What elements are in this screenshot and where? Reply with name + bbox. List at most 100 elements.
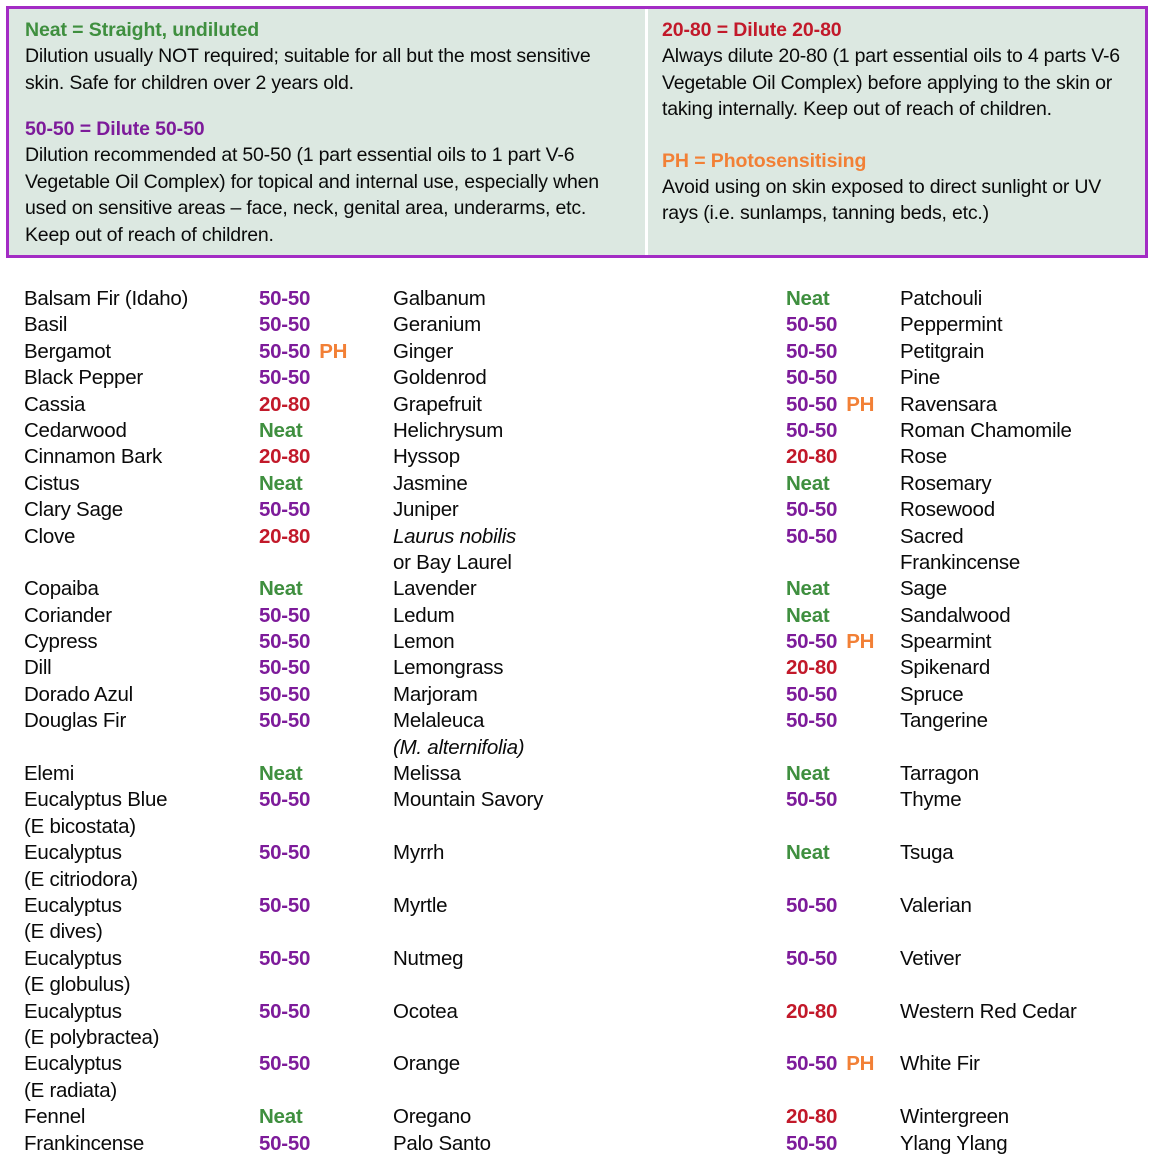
- dilution-code: Neat: [786, 287, 830, 310]
- dilution-code: 50-50: [259, 682, 311, 706]
- oil-dilution-value: 50-50 PH: [259, 339, 393, 365]
- oil-name: Eucalyptus: [24, 893, 122, 917]
- oil-name: Ginger: [393, 339, 454, 363]
- oil-name: Pine: [900, 366, 941, 390]
- oil-name: Ylang Ylang: [900, 1131, 1008, 1155]
- oil-name: Clary Sage: [24, 498, 123, 522]
- dilution-code: 50-50: [259, 630, 311, 654]
- dilution-code: 50-50: [259, 339, 311, 363]
- oil-name: Tsuga: [900, 841, 954, 865]
- oil-name: Lemongrass: [393, 656, 504, 680]
- dilution-code: 50-50: [259, 788, 311, 812]
- oil-name: Frankincense: [24, 1131, 145, 1155]
- oil-name: (E citriodora): [24, 867, 138, 891]
- oil-name: Balsam Fir (Idaho): [24, 287, 189, 310]
- legend-entry-50-50: 50-50 = Dilute 50-50 Dilution recommende…: [25, 117, 631, 248]
- oil-name: Orange: [393, 1052, 460, 1076]
- oil-dilution-value: [786, 550, 900, 576]
- oil-name: White Fir: [900, 1052, 980, 1076]
- oil-name: Sandalwood: [900, 603, 1011, 627]
- oil-dilution-value: 50-50: [786, 682, 900, 708]
- legend-description-50-50: Dilution recommended at 50-50 (1 part es…: [25, 144, 599, 246]
- oil-name: Hyssop: [393, 445, 460, 469]
- oil-name: (E globulus): [24, 973, 131, 997]
- oil-dilution-value: 50-50: [259, 999, 393, 1025]
- oil-name: Mountain Savory: [393, 788, 544, 812]
- oil-name: Peppermint: [900, 313, 1003, 337]
- oil-name: Eucalyptus Blue: [24, 788, 168, 812]
- dilution-code: 50-50: [259, 366, 311, 390]
- oil-name: Lemon: [393, 630, 455, 654]
- oil-name: Roman Chamomile: [900, 418, 1072, 442]
- oil-dilution-value: 50-50: [786, 787, 900, 813]
- oil-dilution-value: 50-50: [259, 365, 393, 391]
- oil-name: Eucalyptus: [24, 999, 122, 1023]
- oil-name: Jasmine: [393, 471, 468, 495]
- oil-name: Coriander: [24, 603, 112, 627]
- oil-dilution-value: [259, 1078, 393, 1104]
- oil-dilution-value: 50-50: [259, 629, 393, 655]
- oil-dilution-value: 50-50: [259, 603, 393, 629]
- oil-dilution-value: 50-50: [259, 840, 393, 866]
- oil-dilution-value: Neat: [786, 471, 900, 497]
- oil-name: Geranium: [393, 313, 482, 337]
- oil-dilution-value: Neat: [259, 761, 393, 787]
- oil-name: Eucalyptus: [24, 1052, 122, 1076]
- oil-name: (E polybractea): [24, 1025, 160, 1049]
- dilution-code: 50-50: [786, 524, 838, 548]
- dilution-legend-box: Neat = Straight, undiluted Dilution usua…: [6, 6, 1148, 258]
- dilution-code: 50-50: [259, 656, 311, 680]
- dilution-code: 50-50: [786, 366, 838, 390]
- oil-name: Copaiba: [24, 577, 99, 601]
- oil-name: Myrrh: [393, 841, 445, 865]
- dilution-code: 50-50: [786, 313, 838, 337]
- oil-name: Ravensara: [900, 392, 997, 416]
- oil-dilution-value: 50-50: [259, 682, 393, 708]
- oil-name: Dorado Azul: [24, 682, 133, 706]
- oil-dilution-value: 50-50: [786, 312, 900, 338]
- dilution-code: 50-50: [259, 709, 311, 733]
- oil-dilution-value: 50-50 PH: [786, 629, 900, 655]
- oil-dilution-value: 20-80: [259, 444, 393, 470]
- oil-dilution-value: [259, 867, 393, 893]
- dilution-code: 50-50: [259, 999, 311, 1023]
- oil-name: Rosemary: [900, 471, 992, 495]
- dilution-code: 50-50: [786, 893, 838, 917]
- dilution-code: 50-50: [259, 1131, 311, 1155]
- oil-dilution-value: [259, 814, 393, 840]
- essential-oil-dilution-list: Balsam Fir (Idaho) 50-50 Basil 50-50 Bergamo…: [0, 286, 1160, 1157]
- oil-name: Valerian: [900, 893, 972, 917]
- oil-name: (E dives): [24, 920, 103, 944]
- oil-dilution-value: Neat: [259, 418, 393, 444]
- oil-name: Lavender: [393, 577, 477, 601]
- oil-name: Eucalyptus: [24, 946, 122, 970]
- oil-dilution-value: Neat: [259, 471, 393, 497]
- oil-name: Cedarwood: [24, 418, 127, 442]
- oil-name: Vetiver: [900, 946, 961, 970]
- legend-entry-neat: Neat = Straight, undiluted Dilution usua…: [25, 18, 631, 96]
- oil-dilution-value: 50-50: [259, 1051, 393, 1077]
- oil-name: Douglas Fir: [24, 709, 127, 733]
- oil-name: Melaleuca: [393, 709, 485, 733]
- oil-dilution-value: 20-80: [786, 444, 900, 470]
- oil-name: Clove: [24, 524, 76, 548]
- oil-name: Helichrysum: [393, 418, 504, 442]
- oil-name: Western Red Cedar: [900, 999, 1077, 1023]
- dilution-code: Neat: [259, 762, 303, 786]
- oil-name: Basil: [24, 313, 68, 337]
- oil-name: Fennel: [24, 1105, 86, 1129]
- photosensitising-badge: PH: [319, 339, 348, 363]
- oil-name: Palo Santo: [393, 1131, 491, 1155]
- oil-dilution-value: 20-80: [786, 1104, 900, 1130]
- oil-dilution-value: 50-50: [786, 339, 900, 365]
- legend-term-neat: Neat = Straight, undiluted: [25, 19, 260, 41]
- oil-dilution-value: 50-50: [786, 946, 900, 972]
- oil-name: Juniper: [393, 498, 459, 522]
- oil-name: Grapefruit: [393, 392, 482, 416]
- dilution-code: 50-50: [786, 946, 838, 970]
- oil-name: Petitgrain: [900, 339, 985, 363]
- oil-dilution-value: Neat: [786, 840, 900, 866]
- oil-dilution-value: Neat: [259, 576, 393, 602]
- oil-name: Goldenrod: [393, 366, 487, 390]
- legend-description-20-80: Always dilute 20-80 (1 part essential oi…: [662, 45, 1120, 120]
